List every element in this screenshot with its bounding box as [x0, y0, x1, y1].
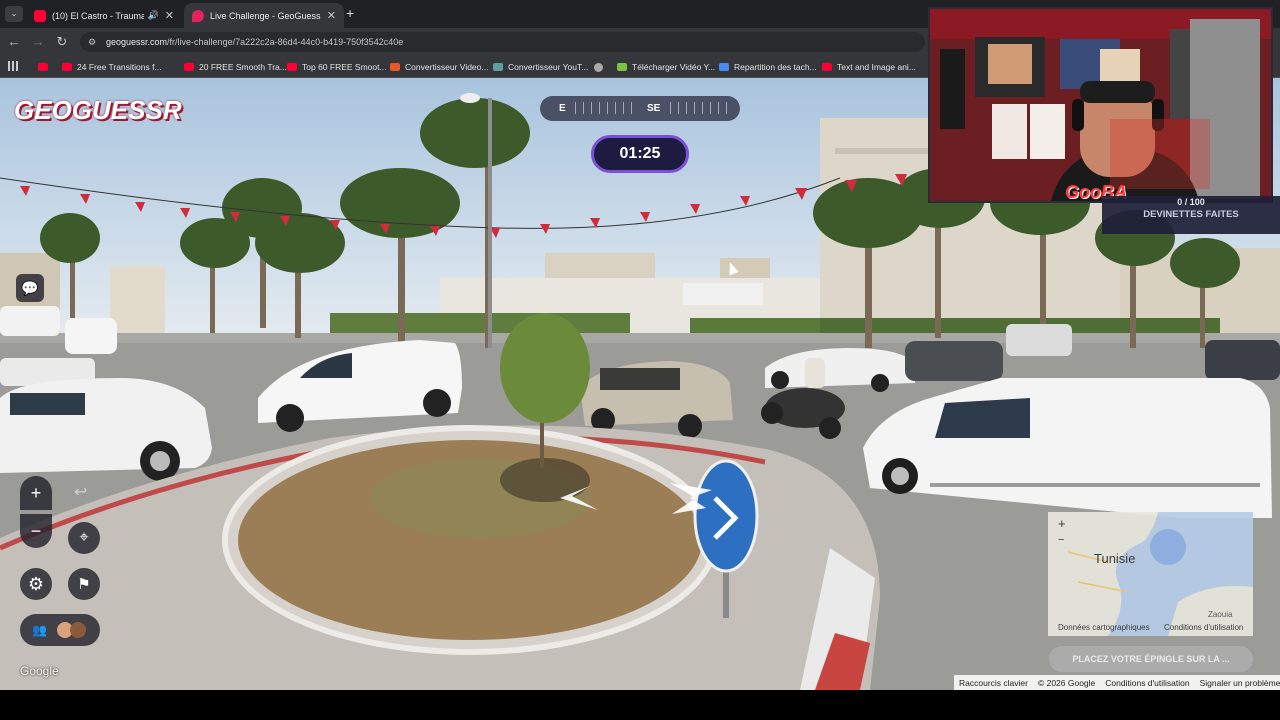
back-icon[interactable]: ←	[6, 34, 22, 49]
forward-icon[interactable]: →	[30, 34, 46, 49]
tab-youtube[interactable]: (10) El Castro - Trauma (EP 🔊 ✕	[26, 3, 182, 28]
settings-gear-icon[interactable]: ⚙	[20, 568, 52, 600]
map-footer: Raccourcis clavier © 2026 Google Conditi…	[954, 675, 1280, 690]
bookmark-item[interactable]: Text and Image ani...	[822, 60, 916, 74]
youtube-icon	[38, 63, 48, 71]
map-zoom-out-icon[interactable]: −	[1058, 534, 1064, 546]
document-icon	[719, 63, 729, 71]
compass-label-e: E	[559, 103, 566, 114]
close-tab-icon[interactable]: ✕	[327, 9, 336, 22]
youtube-icon	[62, 63, 72, 71]
copyright-text: © 2026 Google	[1037, 677, 1096, 688]
compass-label-se: SE	[647, 103, 661, 114]
undo-icon[interactable]: ↩	[74, 482, 87, 502]
bookmark-item[interactable]: Top 60 FREE Smoot...	[287, 60, 387, 74]
chat-icon[interactable]: 💬	[16, 274, 44, 302]
guesses-label: DEVINETTES FAITES	[1143, 209, 1239, 220]
bookmark-item[interactable]	[594, 60, 608, 74]
download-icon	[617, 63, 627, 71]
zoom-in-icon[interactable]: +	[20, 476, 52, 510]
google-watermark: Google	[20, 664, 59, 678]
url-input[interactable]: ⚙ geoguessr.com/fr/live-challenge/7a222c…	[80, 32, 925, 52]
place-pin-button[interactable]: PLACEZ VOTRE ÉPINGLE SUR LA ...	[1049, 646, 1253, 672]
converter-icon	[493, 63, 503, 71]
webcam-scene	[930, 9, 1271, 201]
avatar	[69, 622, 86, 638]
tab-search-icon[interactable]: ⌄	[5, 6, 23, 22]
guesses-counter-panel: 0 / 100 DEVINETTES FAITES	[1102, 196, 1280, 234]
keyboard-shortcuts-link[interactable]: Raccourcis clavier	[954, 678, 1033, 688]
bookmark-item[interactable]: 20 FREE Smooth Tra...	[184, 60, 287, 74]
compass-ticks	[670, 102, 728, 114]
bookmark-item[interactable]: Convertisseur Video...	[390, 60, 488, 74]
compass-ticks	[575, 102, 635, 114]
url-host: geoguessr.com	[106, 37, 168, 47]
youtube-icon	[287, 63, 297, 71]
bookmark-item[interactable]: Convertisseur YouT...	[493, 60, 588, 74]
new-tab-icon[interactable]: +	[346, 5, 354, 21]
reload-icon[interactable]: ↻	[54, 34, 70, 50]
guesses-count: 0 / 100	[1177, 197, 1205, 207]
close-tab-icon[interactable]: ✕	[165, 9, 174, 22]
map-data-label: Données cartographiques	[1058, 623, 1150, 632]
logo-text: GEOGUESSR	[14, 94, 182, 125]
zoom-out-icon[interactable]: −	[20, 514, 52, 548]
players-button[interactable]: 👥	[20, 614, 100, 646]
converter-icon	[390, 63, 400, 71]
map-country-label: Tunisie	[1094, 551, 1136, 566]
bookmark-item[interactable]: Télécharger Vidéo Y...	[617, 60, 715, 74]
speaker-icon[interactable]: 🔊	[148, 10, 159, 21]
bookmark-item[interactable]: Repartition des tach...	[719, 60, 817, 74]
flag-icon[interactable]: ⚑	[68, 568, 100, 600]
bookmark-item[interactable]	[38, 60, 53, 74]
youtube-icon	[822, 63, 832, 71]
apps-grid-icon[interactable]	[8, 61, 18, 71]
tab-title: (10) El Castro - Trauma (EP	[52, 10, 144, 21]
location-pin-icon[interactable]: ⌖	[68, 522, 100, 554]
map-town-label: Zaouia	[1208, 610, 1233, 619]
compass-bar: E SE	[540, 96, 740, 121]
globe-icon	[594, 62, 603, 72]
tab-title: Live Challenge - GeoGuessr	[210, 10, 321, 21]
url-path: /fr/live-challenge/7a222c2a-86d4-44c0-b4…	[167, 37, 404, 47]
tab-geoguessr[interactable]: Live Challenge - GeoGuessr ✕	[184, 3, 344, 28]
youtube-icon	[184, 63, 194, 71]
streamer-webcam: GooBA	[928, 7, 1273, 203]
map-terms-label[interactable]: Conditions d'utilisation	[1164, 623, 1243, 632]
geoguessr-favicon-icon	[192, 9, 204, 22]
guess-minimap[interactable]: + − Tunisie Zaouia Données cartographiqu…	[1048, 512, 1253, 636]
report-problem-link[interactable]: Signaler un problème	[1195, 678, 1280, 688]
players-icon: 👥	[32, 623, 47, 637]
youtube-favicon-icon	[34, 9, 46, 22]
map-zoom-in-icon[interactable]: +	[1058, 516, 1066, 531]
bookmark-item[interactable]: 24 Free Transitions f...	[62, 60, 162, 74]
geoguessr-logo[interactable]: GEOGUESSR	[14, 93, 182, 127]
round-timer: 01:25	[591, 135, 689, 173]
terms-link[interactable]: Conditions d'utilisation	[1100, 678, 1194, 688]
site-info-icon[interactable]: ⚙	[88, 32, 96, 52]
